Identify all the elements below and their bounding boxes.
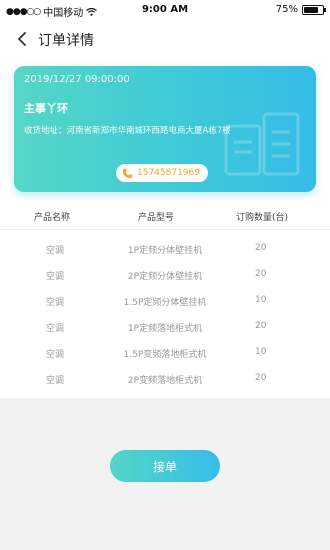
table-row: 空调 1.5P变频落地柜式机 10: [0, 340, 330, 366]
status-bar: ●●●○○ 中国移动 9:00 AM 75%: [0, 0, 330, 20]
cell-quantity: 20: [255, 269, 267, 279]
table-row: 空调 1P定频落地柜式机 20: [0, 314, 330, 340]
header-product-model: 产品型号: [138, 213, 175, 223]
table-row: 空调 2P定频分体壁挂机 20: [0, 262, 330, 288]
header-quantity: 订购数量(台): [236, 213, 289, 223]
accept-order-button[interactable]: 接单: [110, 450, 220, 482]
table-row: 空调 1P定频分体壁挂机 20: [0, 236, 330, 262]
address-label: 收货地址：: [24, 126, 67, 136]
cell-product-model: 2P变频落地柜式机: [127, 376, 203, 386]
battery-icon: [302, 4, 326, 15]
cell-product-model: 1P定频分体壁挂机: [127, 246, 203, 256]
header-product-name: 产品名称: [34, 213, 71, 223]
cell-product-model: 1.5P定频分体壁挂机: [123, 298, 207, 308]
status-right: 75%: [275, 4, 326, 15]
address-value: 河南省新郑市华南城环西路电商大厦A栋7楼: [66, 126, 231, 136]
back-button[interactable]: [10, 26, 34, 52]
building-decoration-icon: [224, 112, 300, 176]
battery-percent: 75%: [275, 4, 298, 15]
phone-number: 15745871969: [137, 168, 200, 178]
table-divider: [0, 229, 330, 230]
order-date: 2019/12/27 09:00:00: [24, 74, 130, 85]
page-title: 订单详情: [38, 33, 94, 49]
cell-quantity: 10: [255, 347, 267, 357]
customer-name: 主事丫环: [24, 102, 68, 115]
table-header: 产品名称 产品型号 订购数量(台): [0, 204, 330, 228]
nav-bar: 订单详情: [0, 20, 330, 58]
chevron-left-icon: [18, 32, 26, 46]
cell-quantity: 20: [255, 321, 267, 331]
phone-contact[interactable]: 15745871969: [116, 164, 208, 182]
cell-quantity: 20: [255, 243, 267, 253]
cell-quantity: 10: [255, 295, 267, 305]
battery-fill: [304, 6, 318, 13]
cell-product-model: 2P定频分体壁挂机: [127, 272, 203, 282]
table-row: 空调 2P变频落地柜式机 20: [0, 366, 330, 392]
cell-quantity: 20: [255, 373, 267, 383]
table-row: 空调 1.5P定频分体壁挂机 10: [0, 288, 330, 314]
phone-icon: [122, 168, 133, 178]
cell-product-model: 1P定频落地柜式机: [127, 324, 203, 334]
cell-product-model: 1.5P变频落地柜式机: [123, 350, 207, 360]
delivery-address: 收货地址：河南省新郑市华南城环西路电商大厦A栋7楼: [24, 124, 231, 136]
order-card: 2019/12/27 09:00:00 主事丫环 收货地址：河南省新郑市华南城环…: [14, 66, 316, 192]
